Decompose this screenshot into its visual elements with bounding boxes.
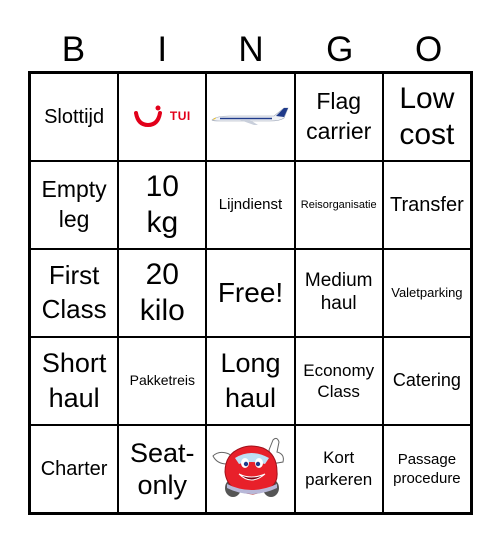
tui-text: TUI — [169, 109, 191, 124]
cell-label: First Class — [41, 260, 107, 324]
cell-label: Low cost — [399, 82, 455, 151]
cell-label: 10 kg — [145, 170, 179, 239]
cell-free-space[interactable]: Free! — [207, 250, 294, 336]
cell-cartoon-car[interactable] — [207, 426, 294, 512]
cell-label: Charter — [40, 458, 108, 480]
cell-label: Economy Class — [303, 360, 375, 401]
cell-short-haul[interactable]: Short haul — [31, 338, 118, 424]
cell-economy-class[interactable]: Economy Class — [295, 338, 382, 424]
cell-flag-carrier[interactable]: Flag carrier — [295, 74, 382, 160]
cell-label: 20 kilo — [139, 258, 185, 327]
cell-label: Medium haul — [304, 270, 373, 314]
cell-label: Slottijd — [44, 106, 105, 128]
cell-label: Transfer — [390, 194, 464, 216]
cell-passage-procedure[interactable]: Passage procedure — [383, 426, 470, 512]
cell-ryanair-plane[interactable] — [207, 74, 294, 160]
cell-medium-haul[interactable]: Medium haul — [295, 250, 382, 336]
cell-label: Long haul — [220, 347, 281, 413]
cell-label: Passage procedure — [393, 450, 461, 488]
cell-low-cost[interactable]: Low cost — [383, 74, 470, 160]
cell-seat-only[interactable]: Seat-only — [119, 426, 206, 512]
cell-label: Free! — [217, 277, 284, 309]
cell-reisorganisatie[interactable]: Reisorganisatie — [295, 162, 382, 248]
cell-10-kg[interactable]: 10 kg — [119, 162, 206, 248]
header-letter-o: O — [414, 30, 443, 69]
cell-slottijd[interactable]: Slottijd — [31, 74, 118, 160]
cell-lijndienst[interactable]: Lijndienst — [207, 162, 294, 248]
cell-long-haul[interactable]: Long haul — [207, 338, 294, 424]
cell-charter[interactable]: Charter — [31, 426, 118, 512]
cell-label: Flag carrier — [306, 88, 372, 144]
cell-label: Pakketreis — [129, 372, 195, 389]
cell-tui[interactable]: TUI — [119, 74, 206, 160]
bingo-card: Slottijd TUI Flag carrier Low cost Empty le… — [28, 71, 473, 515]
header-letter-b: B — [61, 30, 86, 69]
cell-label: Catering — [392, 370, 461, 391]
header-letter-n: N — [238, 30, 264, 69]
cell-label: Short haul — [41, 347, 107, 413]
cell-first-class[interactable]: First Class — [31, 250, 118, 336]
cell-label: Empty leg — [41, 176, 107, 232]
airplane-icon — [212, 107, 289, 125]
cartoon-car-icon — [212, 437, 285, 497]
cell-label: Valetparking — [391, 284, 463, 300]
cell-label: Reisorganisatie — [300, 198, 377, 211]
cell-pakketreis[interactable]: Pakketreis — [119, 338, 206, 424]
cell-label: Kort parkeren — [305, 447, 373, 489]
cell-transfer[interactable]: Transfer — [383, 162, 470, 248]
cell-kort-parkeren[interactable]: Kort parkeren — [295, 426, 382, 512]
cell-20-kilo[interactable]: 20 kilo — [119, 250, 206, 336]
header-letter-g: G — [326, 30, 354, 69]
tui-logo-icon — [133, 105, 162, 128]
cell-label: Lijndienst — [218, 196, 283, 213]
bingo-header: B I N G O — [29, 28, 473, 72]
header-letter-i: I — [157, 30, 168, 69]
cell-empty-leg[interactable]: Empty leg — [31, 162, 118, 248]
cell-valetparking[interactable]: Valetparking — [383, 250, 470, 336]
cell-catering[interactable]: Catering — [383, 338, 470, 424]
cell-label: Seat-only — [130, 437, 195, 500]
